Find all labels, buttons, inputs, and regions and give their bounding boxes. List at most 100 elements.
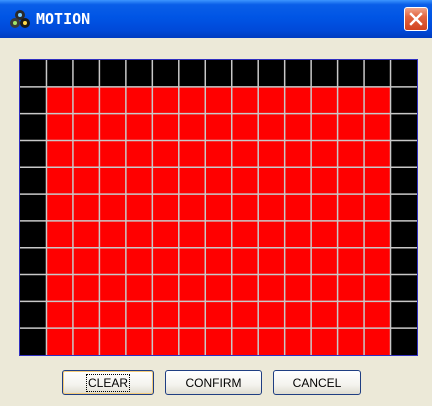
grid-cell-active[interactable]: [205, 140, 232, 168]
grid-cell-inactive[interactable]: [20, 220, 47, 248]
grid-cell-active[interactable]: [99, 301, 126, 329]
grid-cell-active[interactable]: [99, 220, 126, 248]
grid-cell-active[interactable]: [231, 167, 259, 195]
grid-cell-inactive[interactable]: [390, 86, 417, 114]
grid-cell-active[interactable]: [258, 113, 285, 141]
grid-cell-active[interactable]: [258, 140, 285, 168]
grid-cell-active[interactable]: [284, 328, 312, 355]
grid-cell-inactive[interactable]: [178, 60, 206, 87]
grid-cell-active[interactable]: [231, 220, 259, 248]
grid-cell-active[interactable]: [152, 167, 179, 195]
grid-cell-active[interactable]: [72, 113, 100, 141]
grid-cell-active[interactable]: [231, 86, 259, 114]
grid-cell-active[interactable]: [72, 86, 100, 114]
grid-cell-active[interactable]: [205, 194, 232, 221]
grid-cell-active[interactable]: [125, 301, 153, 329]
grid-cell-inactive[interactable]: [205, 60, 232, 87]
grid-cell-inactive[interactable]: [364, 60, 391, 87]
grid-cell-active[interactable]: [152, 301, 179, 329]
grid-cell-active[interactable]: [152, 220, 179, 248]
grid-cell-active[interactable]: [125, 140, 153, 168]
grid-cell-active[interactable]: [231, 194, 259, 221]
grid-cell-active[interactable]: [311, 301, 338, 329]
grid-cell-active[interactable]: [46, 194, 73, 221]
grid-cell-inactive[interactable]: [99, 60, 126, 87]
grid-cell-inactive[interactable]: [390, 247, 417, 275]
grid-cell-active[interactable]: [364, 194, 391, 221]
grid-cell-active[interactable]: [311, 140, 338, 168]
grid-cell-active[interactable]: [125, 167, 153, 195]
grid-cell-active[interactable]: [99, 113, 126, 141]
grid-cell-active[interactable]: [152, 140, 179, 168]
grid-cell-active[interactable]: [46, 301, 73, 329]
close-button[interactable]: [404, 7, 428, 31]
grid-cell-active[interactable]: [205, 301, 232, 329]
grid-cell-active[interactable]: [125, 194, 153, 221]
clear-button[interactable]: CLEAR: [62, 370, 154, 395]
grid-cell-inactive[interactable]: [284, 60, 312, 87]
grid-cell-active[interactable]: [152, 247, 179, 275]
grid-cell-active[interactable]: [205, 86, 232, 114]
grid-cell-inactive[interactable]: [20, 274, 47, 302]
motion-grid-canvas[interactable]: [20, 60, 417, 355]
grid-cell-active[interactable]: [178, 274, 206, 302]
grid-cell-active[interactable]: [364, 274, 391, 302]
grid-cell-active[interactable]: [125, 113, 153, 141]
grid-cell-active[interactable]: [364, 167, 391, 195]
grid-cell-active[interactable]: [231, 247, 259, 275]
grid-cell-active[interactable]: [152, 86, 179, 114]
grid-cell-active[interactable]: [364, 328, 391, 355]
grid-cell-active[interactable]: [125, 220, 153, 248]
grid-cell-active[interactable]: [311, 274, 338, 302]
grid-cell-active[interactable]: [125, 274, 153, 302]
grid-cell-active[interactable]: [337, 220, 365, 248]
grid-cell-active[interactable]: [205, 167, 232, 195]
grid-cell-active[interactable]: [364, 220, 391, 248]
grid-cell-active[interactable]: [337, 247, 365, 275]
grid-cell-active[interactable]: [178, 301, 206, 329]
grid-cell-inactive[interactable]: [20, 301, 47, 329]
grid-cell-active[interactable]: [284, 86, 312, 114]
grid-cell-active[interactable]: [125, 328, 153, 355]
grid-cell-inactive[interactable]: [390, 113, 417, 141]
grid-cell-active[interactable]: [231, 301, 259, 329]
grid-cell-active[interactable]: [258, 301, 285, 329]
grid-cell-active[interactable]: [284, 301, 312, 329]
grid-cell-inactive[interactable]: [20, 140, 47, 168]
grid-cell-active[interactable]: [311, 328, 338, 355]
grid-cell-active[interactable]: [231, 274, 259, 302]
grid-cell-active[interactable]: [99, 140, 126, 168]
grid-cell-active[interactable]: [337, 140, 365, 168]
grid-cell-inactive[interactable]: [337, 60, 365, 87]
grid-cell-active[interactable]: [337, 113, 365, 141]
grid-cell-inactive[interactable]: [20, 113, 47, 141]
grid-cell-active[interactable]: [205, 328, 232, 355]
grid-cell-active[interactable]: [46, 274, 73, 302]
grid-cell-active[interactable]: [311, 86, 338, 114]
grid-cell-active[interactable]: [364, 113, 391, 141]
grid-cell-inactive[interactable]: [125, 60, 153, 87]
grid-cell-active[interactable]: [205, 274, 232, 302]
title-bar[interactable]: MOTION: [0, 0, 432, 38]
grid-cell-active[interactable]: [258, 328, 285, 355]
motion-grid[interactable]: [19, 59, 418, 356]
grid-cell-active[interactable]: [72, 274, 100, 302]
grid-cell-active[interactable]: [72, 220, 100, 248]
grid-cell-active[interactable]: [178, 328, 206, 355]
grid-cell-active[interactable]: [337, 86, 365, 114]
grid-cell-inactive[interactable]: [20, 60, 47, 87]
grid-cell-active[interactable]: [311, 167, 338, 195]
grid-cell-inactive[interactable]: [72, 60, 100, 87]
grid-cell-active[interactable]: [258, 194, 285, 221]
grid-cell-active[interactable]: [337, 301, 365, 329]
grid-cell-active[interactable]: [99, 86, 126, 114]
grid-cell-active[interactable]: [152, 194, 179, 221]
grid-cell-active[interactable]: [178, 86, 206, 114]
grid-cell-active[interactable]: [284, 113, 312, 141]
grid-cell-active[interactable]: [152, 328, 179, 355]
cancel-button[interactable]: CANCEL: [273, 370, 361, 395]
grid-cell-active[interactable]: [205, 247, 232, 275]
grid-cell-active[interactable]: [99, 167, 126, 195]
grid-cell-active[interactable]: [72, 247, 100, 275]
grid-cell-inactive[interactable]: [390, 274, 417, 302]
